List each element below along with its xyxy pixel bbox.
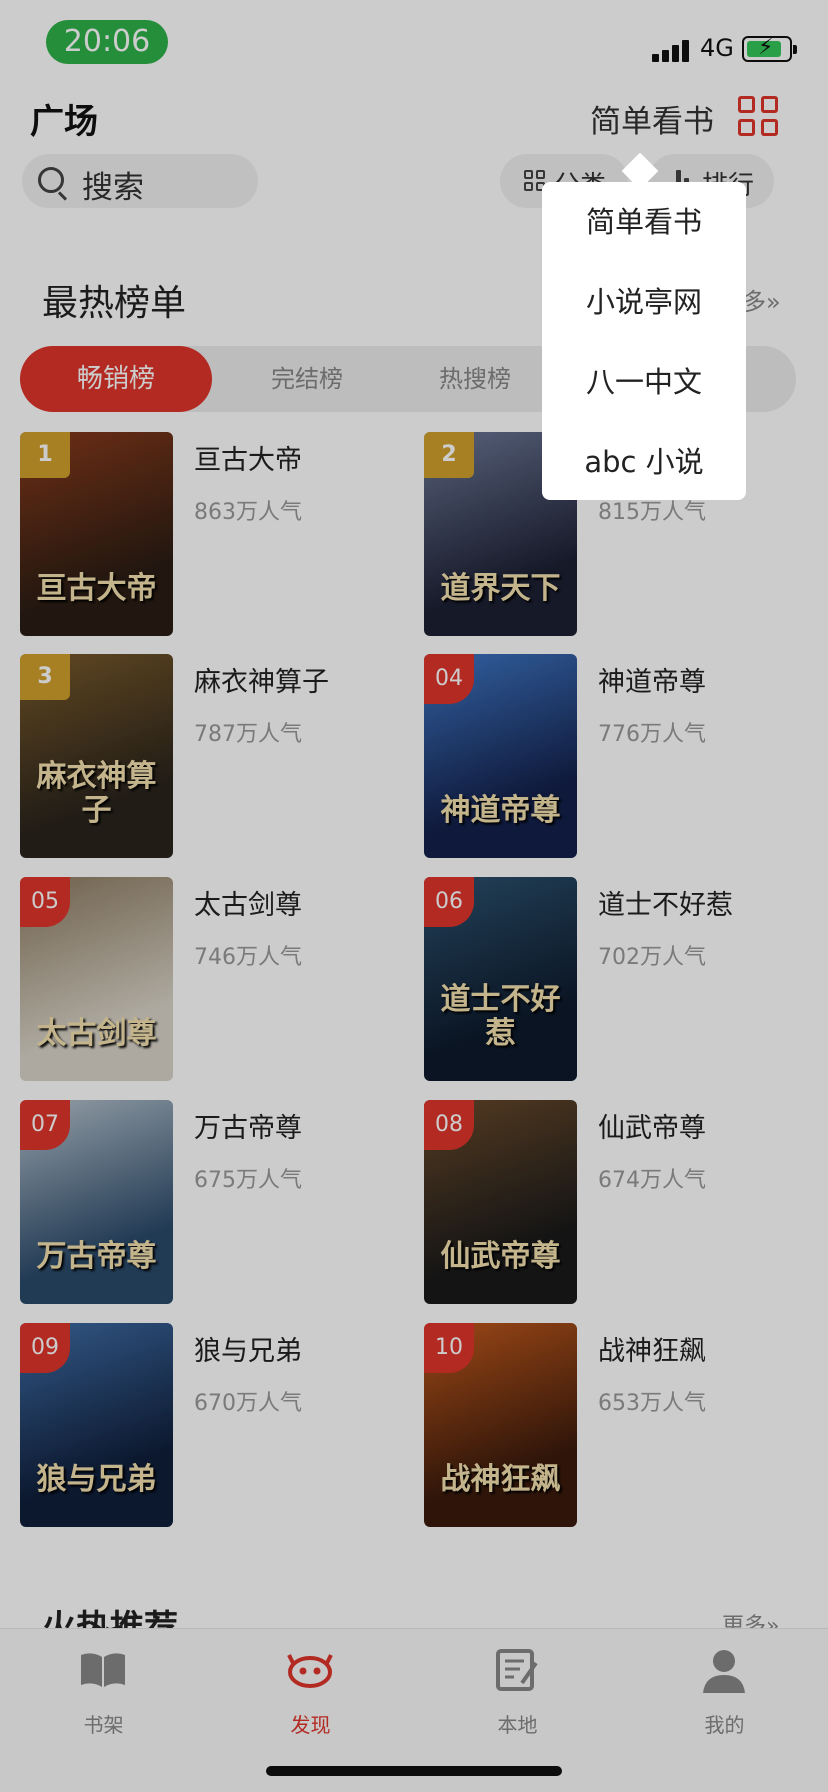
source-option-2[interactable]: 小说亭网 [542,262,746,342]
source-option-3[interactable]: 八一中文 [542,342,746,422]
source-menu: 简单看书 小说亭网 八一中文 abc 小说 [542,182,746,500]
app-page: 20:06 4G ⚡ 广场 简单看书 搜索 分类 排行 最热榜单 多» 畅销榜 [0,0,828,1792]
source-option-4[interactable]: abc 小说 [542,422,746,502]
source-option-1[interactable]: 简单看书 [542,182,746,262]
